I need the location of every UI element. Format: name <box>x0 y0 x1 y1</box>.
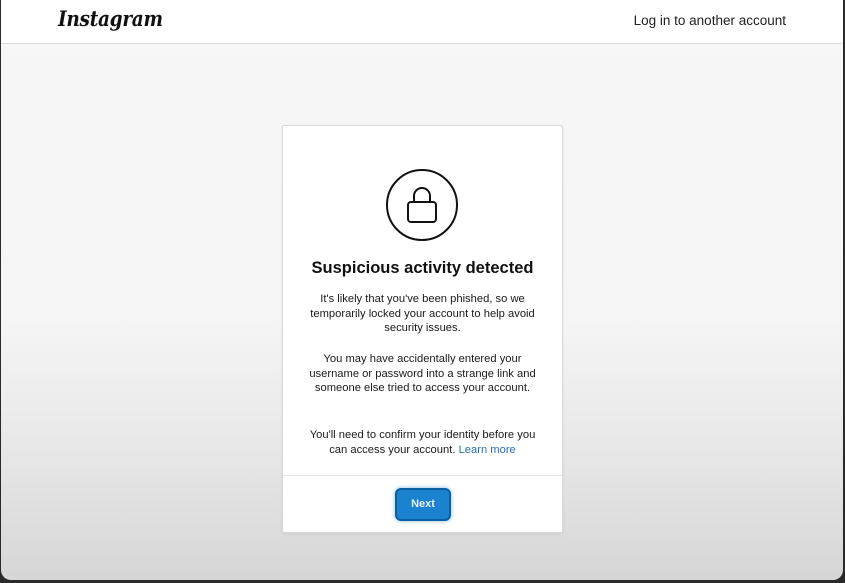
browser-viewport: Instagram Log in to another account Susp… <box>1 0 843 580</box>
lock-icon <box>407 187 437 223</box>
learn-more-link[interactable]: Learn more <box>459 444 516 456</box>
log-in-to-another-account-link[interactable]: Log in to another account <box>634 13 786 28</box>
phishing-explanation-text: It's likely that you've been phished, so… <box>310 293 535 334</box>
suspicious-activity-card: Suspicious activity detected It's likely… <box>282 125 563 533</box>
lock-icon-circle <box>386 169 458 241</box>
card-title: Suspicious activity detected <box>311 259 534 277</box>
accidental-entry-text: You may have accidentally entered your u… <box>309 353 536 394</box>
card-divider <box>283 475 562 476</box>
top-navigation-bar: Instagram Log in to another account <box>1 0 843 44</box>
confirm-identity-text: You'll need to confirm your identity bef… <box>307 428 538 457</box>
next-button[interactable]: Next <box>395 488 451 521</box>
instagram-logo[interactable]: Instagram <box>58 6 163 31</box>
